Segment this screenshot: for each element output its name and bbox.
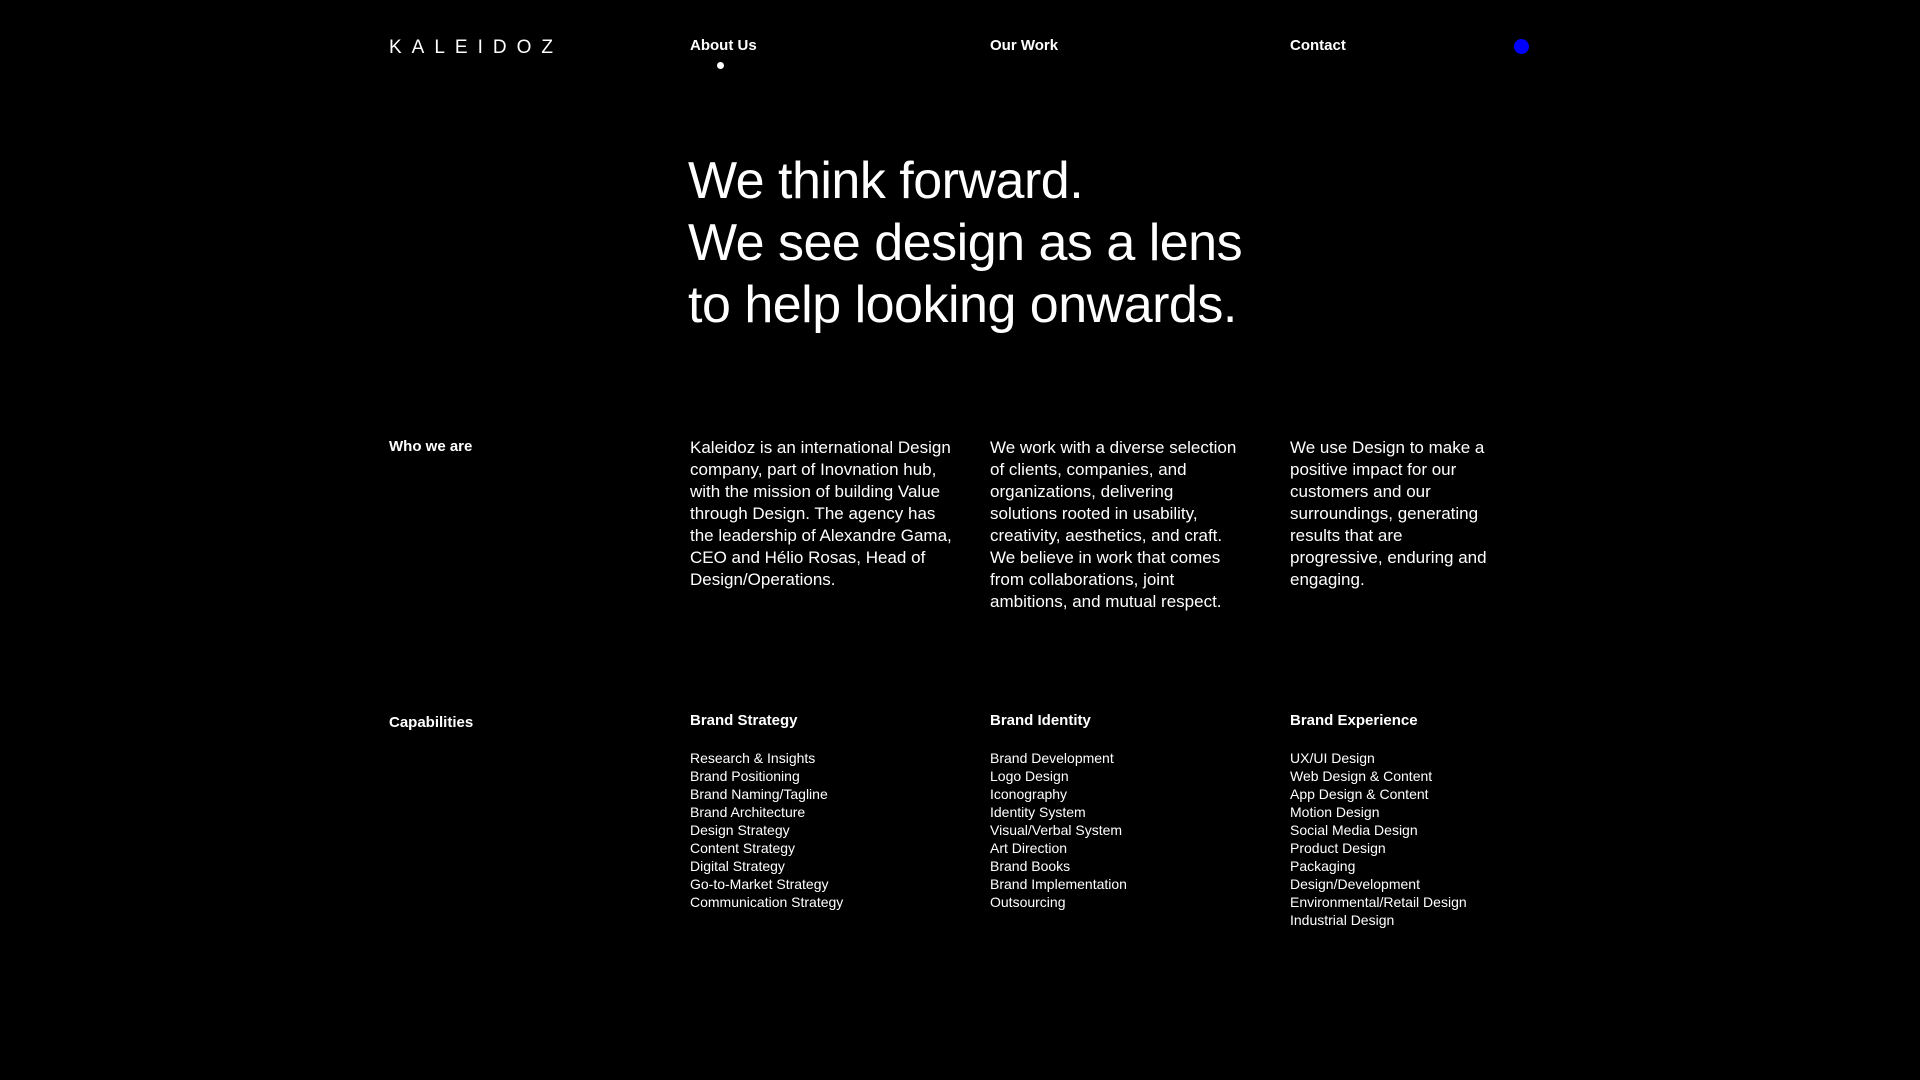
nav-our-work[interactable]: Our Work bbox=[990, 37, 1058, 54]
list-item: Web Design & Content bbox=[1290, 768, 1433, 784]
list-item: Research & Insights bbox=[690, 750, 816, 766]
logo[interactable]: KALEIDOZ bbox=[389, 37, 563, 59]
list-item: Design/Development bbox=[1290, 876, 1420, 892]
capabilities-column-brand-identity: Brand Identity Brand Development Logo De… bbox=[990, 712, 1230, 911]
capabilities-column-title: Brand Experience bbox=[1290, 712, 1418, 729]
list-item: Brand Naming/Tagline bbox=[690, 786, 828, 802]
capabilities-column-title: Brand Identity bbox=[990, 712, 1091, 729]
list-item: Go-to-Market Strategy bbox=[690, 876, 829, 892]
who-we-are-paragraph-2: We work with a diverse selection of clie… bbox=[990, 438, 1237, 611]
list-item: Digital Strategy bbox=[690, 858, 785, 874]
list-item: App Design & Content bbox=[1290, 786, 1429, 802]
capabilities-list: UX/UI Design Web Design & Content App De… bbox=[1290, 749, 1530, 929]
list-item: Industrial Design bbox=[1290, 912, 1395, 928]
list-item: Brand Books bbox=[990, 858, 1071, 874]
list-item: Design Strategy bbox=[690, 822, 790, 838]
list-item: Social Media Design bbox=[1290, 822, 1418, 838]
list-item: Outsourcing bbox=[990, 894, 1066, 910]
who-we-are-paragraph-1: Kaleidoz is an international Design comp… bbox=[690, 438, 952, 589]
list-item: Content Strategy bbox=[690, 840, 796, 856]
list-item: Product Design bbox=[1290, 840, 1386, 856]
list-item: Packaging bbox=[1290, 858, 1356, 874]
capabilities-list: Brand Development Logo Design Iconograph… bbox=[990, 749, 1230, 911]
page: KALEIDOZ About Us Our Work Contact We th… bbox=[0, 0, 1920, 1080]
active-nav-indicator bbox=[717, 62, 724, 69]
list-item: Brand Positioning bbox=[690, 768, 800, 784]
who-we-are-label: Who we are bbox=[389, 438, 473, 455]
list-item: Art Direction bbox=[990, 840, 1068, 856]
menu-dot-icon[interactable] bbox=[1514, 39, 1529, 54]
hero-line-3: to help looking onwards. bbox=[688, 276, 1237, 334]
list-item: Brand Architecture bbox=[690, 804, 806, 820]
list-item: Motion Design bbox=[1290, 804, 1380, 820]
hero-line-2: We see design as a lens bbox=[688, 214, 1243, 272]
capabilities-column-brand-strategy: Brand Strategy Research & Insights Brand… bbox=[690, 712, 930, 911]
nav-contact[interactable]: Contact bbox=[1290, 37, 1346, 54]
list-item: Identity System bbox=[990, 804, 1086, 820]
capabilities-label: Capabilities bbox=[389, 714, 474, 731]
list-item: Visual/Verbal System bbox=[990, 822, 1123, 838]
list-item: Logo Design bbox=[990, 768, 1069, 784]
list-item: Environmental/Retail Design bbox=[1290, 894, 1467, 910]
capabilities-column-brand-experience: Brand Experience UX/UI Design Web Design… bbox=[1290, 712, 1530, 929]
hero-headline: We think forward. We see design as a len… bbox=[688, 150, 1408, 336]
capabilities-column-title: Brand Strategy bbox=[690, 712, 798, 729]
capabilities-list: Research & Insights Brand Positioning Br… bbox=[690, 749, 930, 911]
list-item: Communication Strategy bbox=[690, 894, 844, 910]
nav-about-us[interactable]: About Us bbox=[690, 37, 757, 54]
hero-line-1: We think forward. bbox=[688, 152, 1084, 210]
list-item: Iconography bbox=[990, 786, 1068, 802]
list-item: Brand Implementation bbox=[990, 876, 1127, 892]
list-item: UX/UI Design bbox=[1290, 750, 1375, 766]
who-we-are-paragraph-3: We use Design to make a positive impact … bbox=[1290, 438, 1487, 589]
list-item: Brand Development bbox=[990, 750, 1114, 766]
